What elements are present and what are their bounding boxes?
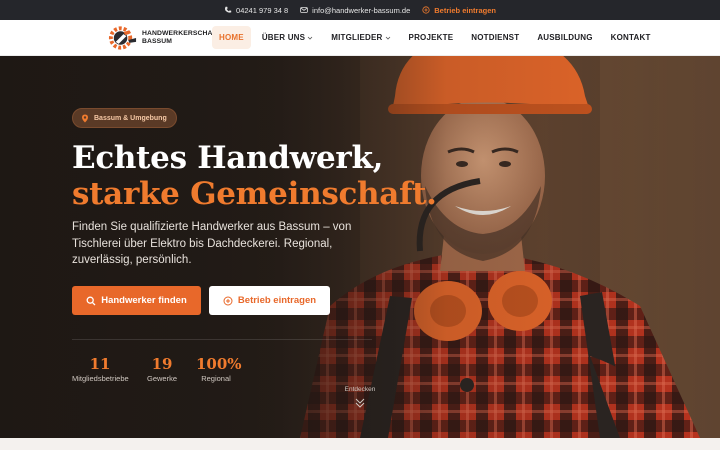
headline-line-2: starke Gemeinschaft. — [72, 176, 437, 212]
nav-item-home[interactable]: HOME — [212, 26, 251, 49]
plus-circle-icon — [422, 6, 430, 14]
double-chevron-down-icon — [355, 398, 365, 408]
find-craftsman-button[interactable]: Handwerker finden — [72, 286, 201, 315]
nav-item-label: MITGLIEDER — [331, 33, 383, 42]
main-navigation: HANDWERKERSCHAFT BASSUM HOME ÜBER UNS MI… — [0, 20, 720, 56]
phone-icon — [225, 6, 232, 13]
topbar-register-label: Betrieb eintragen — [434, 5, 496, 15]
nav-item-notdienst[interactable]: NOTDIENST — [464, 26, 526, 49]
nav-item-label: AUSBILDUNG — [537, 33, 593, 42]
stat-members: 11 Mitgliedsbetriebe — [72, 355, 129, 383]
stat-label: Regional — [201, 374, 231, 383]
register-business-label: Betrieb eintragen — [237, 295, 317, 306]
stat-label: Gewerke — [146, 374, 177, 383]
hero-section: Bassum & Umgebung Echtes Handwerk, stark… — [0, 56, 720, 438]
headline-line-1: Echtes Handwerk, — [72, 140, 384, 176]
nav-item-mitglieder[interactable]: MITGLIEDER — [324, 26, 397, 49]
nav-item-label: NOTDIENST — [471, 33, 520, 42]
mail-icon — [300, 7, 308, 13]
top-contact-bar: 04241 979 34 8 info@handwerker-bassum.de… — [0, 0, 720, 20]
location-badge-label: Bassum & Umgebung — [94, 114, 167, 122]
plus-circle-icon — [223, 296, 233, 305]
topbar-register-link[interactable]: Betrieb eintragen — [422, 6, 496, 15]
chevron-down-icon — [385, 36, 390, 40]
nav-item-label: ÜBER UNS — [261, 33, 306, 42]
stat-label: Mitgliedsbetriebe — [72, 374, 129, 383]
logo-line-2: BASSUM — [142, 38, 173, 45]
nav-menu: HOME ÜBER UNS MITGLIEDER PROJEKTE NOTDIE… — [212, 26, 658, 49]
register-business-button[interactable]: Betrieb eintragen — [209, 286, 330, 315]
nav-item-ausbildung[interactable]: AUSBILDUNG — [530, 26, 599, 49]
logo-text: HANDWERKERSCHAFT BASSUM — [142, 30, 221, 47]
stat-trades: 19 Gewerke — [146, 356, 178, 383]
email-address: info@handwerker-bassum.de — [312, 5, 411, 15]
hero-lead-text: Finden Sie qualifizierte Handwerker aus … — [72, 221, 352, 266]
stat-value: 19 — [151, 355, 173, 373]
site-logo[interactable]: HANDWERKERSCHAFT BASSUM — [107, 24, 221, 52]
find-craftsman-label: Handwerker finden — [101, 295, 187, 306]
phone-link[interactable]: 04241 979 34 8 — [224, 6, 288, 15]
chevron-down-icon — [307, 36, 313, 40]
next-section-edge — [0, 438, 720, 450]
location-badge: Bassum & Umgebung — [72, 108, 177, 128]
stat-value: 11 — [89, 355, 111, 373]
location-pin-icon — [82, 114, 88, 122]
gear-logo-icon — [108, 26, 137, 50]
search-icon — [86, 296, 96, 305]
email-link[interactable]: info@handwerker-bassum.de — [300, 6, 410, 15]
hero-headline: Echtes Handwerk, starke Gemeinschaft. — [72, 140, 437, 212]
nav-item-label: PROJEKTE — [408, 33, 454, 42]
phone-number: 04241 979 34 8 — [236, 5, 289, 15]
logo-line-1: HANDWERKERSCHAFT — [142, 29, 222, 37]
nav-item-ueber-uns[interactable]: ÜBER UNS — [255, 26, 320, 49]
nav-item-projekte[interactable]: PROJEKTE — [402, 26, 461, 49]
nav-item-label: HOME — [219, 33, 244, 42]
hero-divider — [72, 339, 372, 340]
discover-label: Entdecken — [344, 386, 376, 393]
stat-regional: 100% Regional — [196, 355, 242, 383]
nav-item-label: KONTAKT — [610, 33, 651, 42]
stat-value: 100% — [196, 355, 242, 373]
nav-item-kontakt[interactable]: KONTAKT — [604, 26, 658, 49]
scroll-discover[interactable]: Entdecken — [333, 386, 387, 409]
